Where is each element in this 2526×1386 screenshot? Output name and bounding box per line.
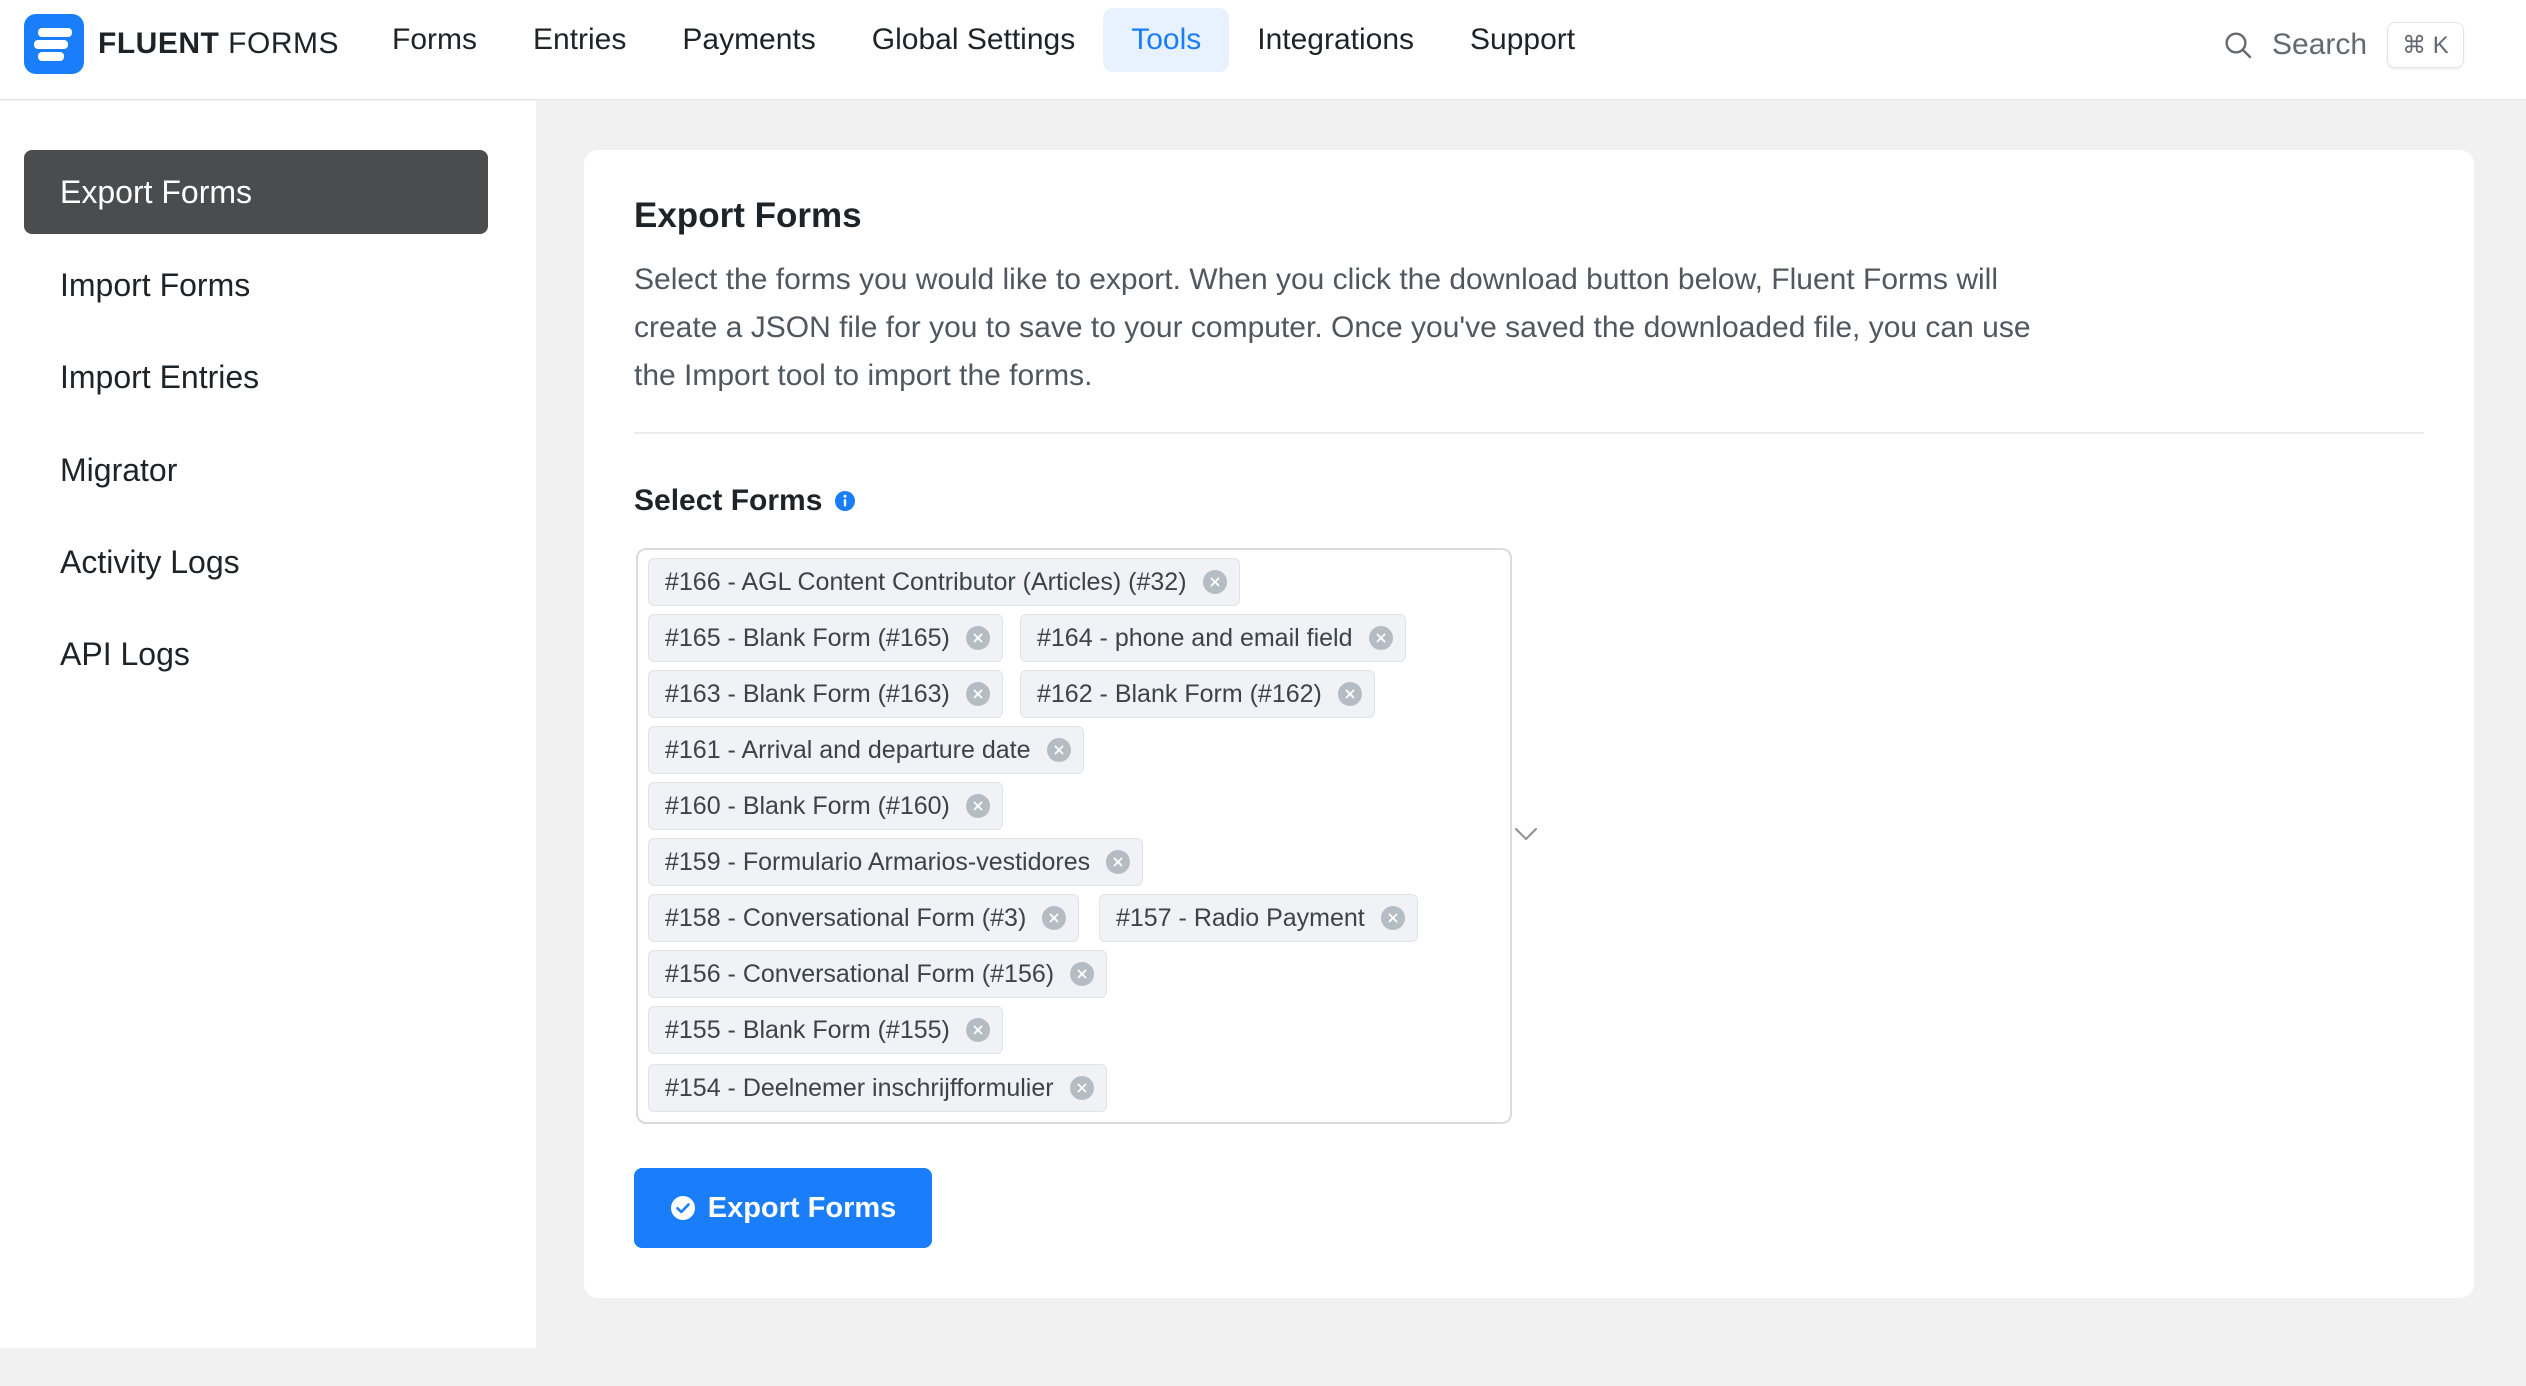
selected-form-tag: #162 - Blank Form (#162)	[1020, 670, 1375, 718]
nav-item-support[interactable]: Support	[1442, 8, 1603, 72]
tag-remove-icon[interactable]	[1337, 682, 1362, 706]
tag-label: #164 - phone and email field	[1037, 623, 1353, 652]
search-icon	[2225, 32, 2252, 59]
tag-label: #162 - Blank Form (#162)	[1037, 679, 1322, 708]
tag-label: #155 - Blank Form (#155)	[665, 1015, 950, 1044]
selected-form-tag: #154 - Deelnemer inschrijfformulier	[648, 1064, 1107, 1112]
selected-form-tag: #165 - Blank Form (#165)	[648, 614, 1003, 662]
tag-remove-icon[interactable]	[965, 794, 990, 818]
selected-form-tag: #161 - Arrival and departure date	[648, 726, 1084, 774]
tag-label: #160 - Blank Form (#160)	[665, 791, 950, 820]
nav-item-entries[interactable]: Entries	[505, 8, 654, 72]
export-forms-card: Export Forms Select the forms you would …	[584, 150, 2474, 1298]
tag-remove-icon[interactable]	[1106, 850, 1131, 874]
tag-label: #166 - AGL Content Contributor (Articles…	[665, 567, 1187, 596]
divider	[634, 432, 2424, 434]
sidebar-item-api-logs[interactable]: API Logs	[24, 612, 488, 696]
tag-remove-icon[interactable]	[1368, 626, 1393, 650]
nav-item-payments[interactable]: Payments	[654, 8, 843, 72]
selected-form-tag: #166 - AGL Content Contributor (Articles…	[648, 558, 1240, 606]
fluent-forms-logo[interactable]: FLUENT FORMS	[24, 14, 339, 74]
nav-item-global-settings[interactable]: Global Settings	[844, 8, 1103, 72]
tag-remove-icon[interactable]	[1202, 570, 1227, 594]
tag-label: #154 - Deelnemer inschrijfformulier	[665, 1073, 1054, 1102]
tag-remove-icon[interactable]	[1380, 906, 1405, 930]
tag-remove-icon[interactable]	[1070, 962, 1095, 986]
select-forms-label-text: Select Forms	[634, 484, 823, 517]
page-description: Select the forms you would like to expor…	[634, 263, 2031, 392]
selected-form-tag: #164 - phone and email field	[1020, 614, 1406, 662]
tag-remove-icon[interactable]	[1069, 1076, 1094, 1100]
tag-remove-icon[interactable]	[1046, 738, 1071, 762]
export-forms-button[interactable]: Export Forms	[634, 1168, 932, 1248]
export-forms-button-label: Export Forms	[707, 1191, 897, 1224]
main-nav: Forms Entries Payments Global Settings T…	[364, 8, 1603, 72]
tag-label: #157 - Radio Payment	[1116, 903, 1365, 932]
sidebar-item-migrator[interactable]: Migrator	[24, 428, 488, 512]
selected-form-tag: #156 - Conversational Form (#156)	[648, 950, 1108, 998]
search-label: Search	[2272, 28, 2368, 61]
chevron-down-icon[interactable]	[1514, 827, 1538, 841]
selected-form-tag: #157 - Radio Payment	[1099, 894, 1418, 942]
tag-label: #165 - Blank Form (#165)	[665, 623, 950, 652]
brand-name: FLUENT FORMS	[98, 27, 339, 60]
nav-item-integrations[interactable]: Integrations	[1229, 8, 1442, 72]
tag-label: #163 - Blank Form (#163)	[665, 679, 950, 708]
tag-label: #161 - Arrival and departure date	[665, 735, 1031, 764]
selected-form-tag: #158 - Conversational Form (#3)	[648, 894, 1080, 942]
tools-sidebar: Export Forms Import Forms Import Entries…	[0, 101, 536, 1348]
tag-remove-icon[interactable]	[1042, 906, 1067, 930]
forms-multiselect[interactable]: #166 - AGL Content Contributor (Articles…	[636, 548, 1537, 1124]
info-icon[interactable]	[834, 490, 856, 512]
tag-remove-icon[interactable]	[965, 626, 990, 650]
tag-remove-icon[interactable]	[965, 682, 990, 706]
selected-form-tag: #160 - Blank Form (#160)	[648, 782, 1003, 830]
selected-form-tag: #155 - Blank Form (#155)	[648, 1006, 1003, 1054]
fluent-forms-logo-icon	[24, 14, 84, 74]
search-button[interactable]: Search ⌘ K	[2222, 22, 2464, 68]
sidebar-item-export-forms[interactable]: Export Forms	[24, 150, 488, 234]
sidebar-item-activity-logs[interactable]: Activity Logs	[24, 520, 488, 604]
select-forms-label: Select Forms	[634, 484, 856, 518]
search-shortcut-badge: ⌘ K	[2387, 22, 2464, 68]
tag-label: #158 - Conversational Form (#3)	[665, 903, 1027, 932]
selected-form-tag: #159 - Formulario Armarios-vestidores	[648, 838, 1144, 886]
tag-remove-icon[interactable]	[965, 1018, 990, 1042]
nav-item-forms[interactable]: Forms	[364, 8, 505, 72]
page-title: Export Forms	[634, 196, 862, 235]
nav-item-tools[interactable]: Tools	[1103, 8, 1230, 72]
tag-label: #156 - Conversational Form (#156)	[665, 959, 1055, 988]
sidebar-item-import-entries[interactable]: Import Entries	[24, 335, 488, 419]
sidebar-item-import-forms[interactable]: Import Forms	[24, 243, 488, 327]
check-circle-icon	[670, 1196, 695, 1220]
tag-label: #159 - Formulario Armarios-vestidores	[665, 847, 1091, 876]
selected-form-tag: #163 - Blank Form (#163)	[648, 670, 1003, 718]
top-navigation-bar: FLUENT FORMS Forms Entries Payments Glob…	[0, 0, 2526, 100]
